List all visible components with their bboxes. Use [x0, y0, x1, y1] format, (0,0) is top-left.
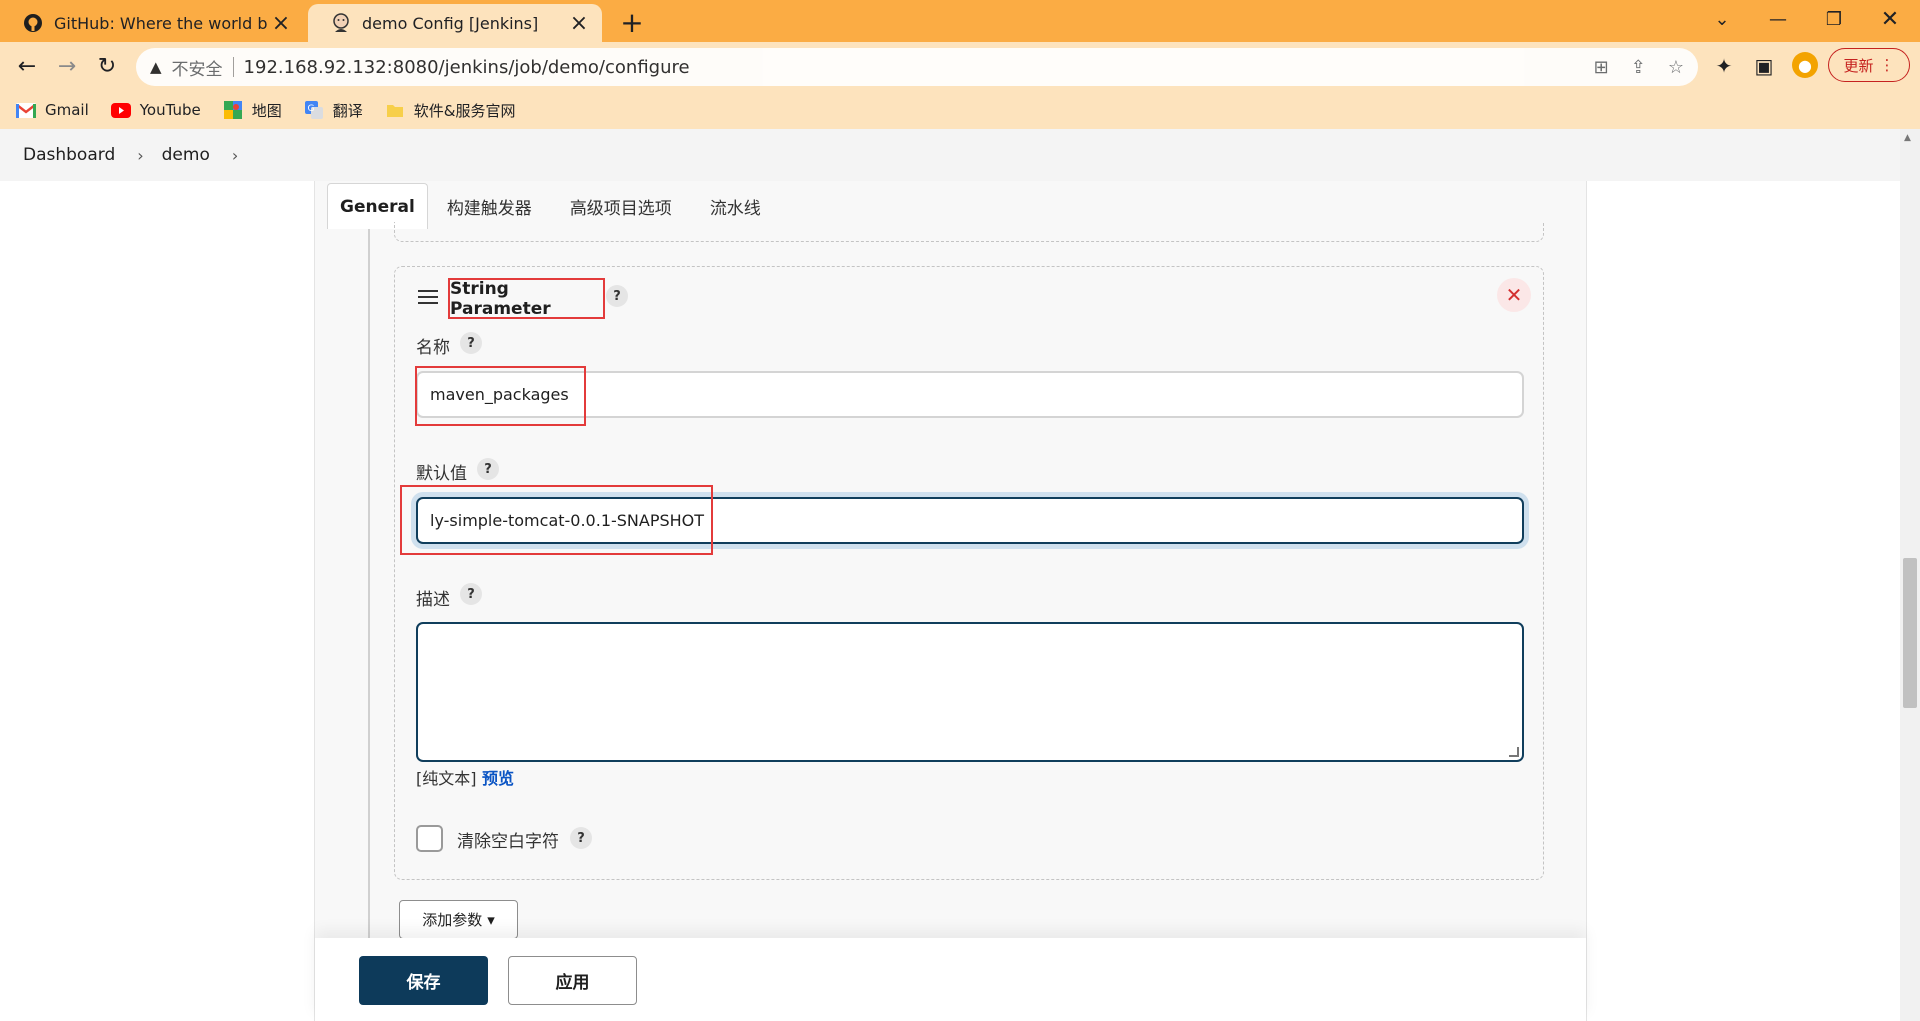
- bookmark-folder[interactable]: 软件&服务官网: [385, 100, 516, 121]
- add-parameter-button[interactable]: 添加参数 ▾: [399, 900, 518, 939]
- jenkins-icon: [330, 12, 352, 34]
- bookmark-gmail[interactable]: Gmail: [16, 101, 89, 119]
- description-textarea[interactable]: [416, 622, 1524, 762]
- scroll-up-icon[interactable]: ▲: [1904, 133, 1911, 143]
- breadcrumb-demo[interactable]: demo: [162, 145, 210, 165]
- close-tab-icon[interactable]: ×: [268, 10, 294, 36]
- highlight-box: [400, 485, 713, 555]
- maps-icon: [223, 101, 243, 119]
- profile-avatar-icon[interactable]: ●: [1792, 52, 1818, 78]
- folder-icon: [385, 101, 405, 119]
- chevron-right-icon[interactable]: ›: [232, 146, 238, 165]
- bottom-action-bar: [315, 938, 1586, 1021]
- url-text[interactable]: 192.168.92.132:8080/jenkins/job/demo/con…: [244, 57, 690, 78]
- warning-icon: ▲: [150, 58, 162, 76]
- bookmark-translate[interactable]: G 翻译: [304, 100, 363, 121]
- help-icon[interactable]: ?: [460, 332, 482, 354]
- reload-icon[interactable]: ↻: [89, 48, 125, 84]
- update-button[interactable]: 更新 ⋮: [1828, 48, 1910, 82]
- tab-search-icon[interactable]: ⌄: [1696, 0, 1748, 38]
- new-tab-icon[interactable]: +: [616, 6, 648, 39]
- browser-tabstrip: GitHub: Where the world build × demo Con…: [0, 0, 1920, 42]
- browser-tab-github[interactable]: GitHub: Where the world build ×: [0, 4, 304, 42]
- close-tab-icon[interactable]: ×: [566, 10, 592, 36]
- security-label: 不安全: [171, 59, 223, 80]
- browser-tab-jenkins[interactable]: demo Config [Jenkins] ×: [308, 4, 602, 42]
- apply-button[interactable]: 应用: [508, 956, 637, 1005]
- help-icon[interactable]: ?: [460, 583, 482, 605]
- previous-parameter-card: [394, 222, 1544, 242]
- description-label: 描述: [416, 590, 450, 610]
- restore-icon[interactable]: ❐: [1808, 0, 1860, 38]
- translate-icon: G: [304, 101, 324, 119]
- caret-down-icon: ▾: [487, 910, 495, 929]
- add-parameter-label: 添加参数: [422, 911, 483, 929]
- bookmarks-bar: Gmail YouTube 地图 G 翻译 软件&服务官网: [0, 92, 1920, 128]
- close-window-icon[interactable]: ✕: [1864, 0, 1916, 38]
- trim-label: 清除空白字符: [457, 832, 559, 852]
- drag-handle-icon[interactable]: [418, 290, 438, 304]
- gmail-icon: [16, 101, 36, 119]
- update-label: 更新: [1843, 56, 1874, 75]
- bookmark-youtube[interactable]: YouTube: [110, 101, 201, 119]
- parameter-type-title: String Parameter: [448, 278, 605, 319]
- translate-page-icon[interactable]: ⊞: [1594, 57, 1609, 78]
- highlight-box: [415, 366, 586, 426]
- bookmark-label: 地图: [251, 101, 282, 120]
- back-icon[interactable]: ←: [9, 48, 45, 84]
- bookmark-label: 翻译: [332, 101, 363, 120]
- bookmark-maps[interactable]: 地图: [223, 100, 282, 121]
- bookmark-label: YouTube: [139, 101, 201, 119]
- extensions-icon[interactable]: ✦: [1708, 50, 1740, 82]
- default-value-label: 默认值: [416, 464, 467, 484]
- minimize-icon[interactable]: —: [1752, 0, 1804, 38]
- address-bar[interactable]: ▲ 不安全 192.168.92.132:8080/jenkins/job/de…: [136, 48, 1698, 86]
- breadcrumb: Dashboard › demo ›: [0, 129, 1900, 181]
- scrollbar-thumb[interactable]: [1903, 558, 1917, 708]
- tab-title: demo Config [Jenkins]: [362, 13, 539, 33]
- forward-icon[interactable]: →: [49, 48, 85, 84]
- svg-text:G: G: [307, 104, 314, 114]
- right-margin: [1587, 181, 1900, 1021]
- separator: [232, 57, 234, 77]
- help-icon[interactable]: ?: [477, 458, 499, 480]
- save-button[interactable]: 保存: [359, 956, 488, 1005]
- browser-toolbar: ← → ↻ ▲ 不安全 192.168.92.132:8080/jenkins/…: [0, 42, 1920, 129]
- chevron-right-icon[interactable]: ›: [137, 146, 143, 165]
- left-margin: [0, 181, 315, 1021]
- side-panel-icon[interactable]: ▣: [1748, 50, 1780, 82]
- preview-link[interactable]: 预览: [482, 765, 514, 789]
- share-icon[interactable]: ⇪: [1631, 57, 1646, 78]
- github-icon: [22, 12, 44, 34]
- name-label: 名称: [416, 338, 450, 358]
- bookmark-label: Gmail: [45, 101, 89, 119]
- tab-title: GitHub: Where the world build: [54, 13, 268, 33]
- help-icon[interactable]: ?: [606, 285, 628, 307]
- help-icon[interactable]: ?: [570, 827, 592, 849]
- trim-checkbox[interactable]: [416, 825, 443, 852]
- resize-grip-icon[interactable]: [1509, 747, 1519, 757]
- breadcrumb-dashboard[interactable]: Dashboard: [23, 145, 115, 165]
- bookmark-star-icon[interactable]: ☆: [1668, 57, 1684, 78]
- youtube-icon: [110, 101, 131, 119]
- more-menu-icon: ⋮: [1879, 56, 1895, 74]
- delete-parameter-button[interactable]: ✕: [1497, 278, 1531, 312]
- string-parameter-card: [394, 266, 1544, 880]
- section-guide-line: [368, 229, 370, 939]
- bookmark-label: 软件&服务官网: [413, 101, 516, 120]
- plain-text-label: [纯文本]: [416, 769, 477, 788]
